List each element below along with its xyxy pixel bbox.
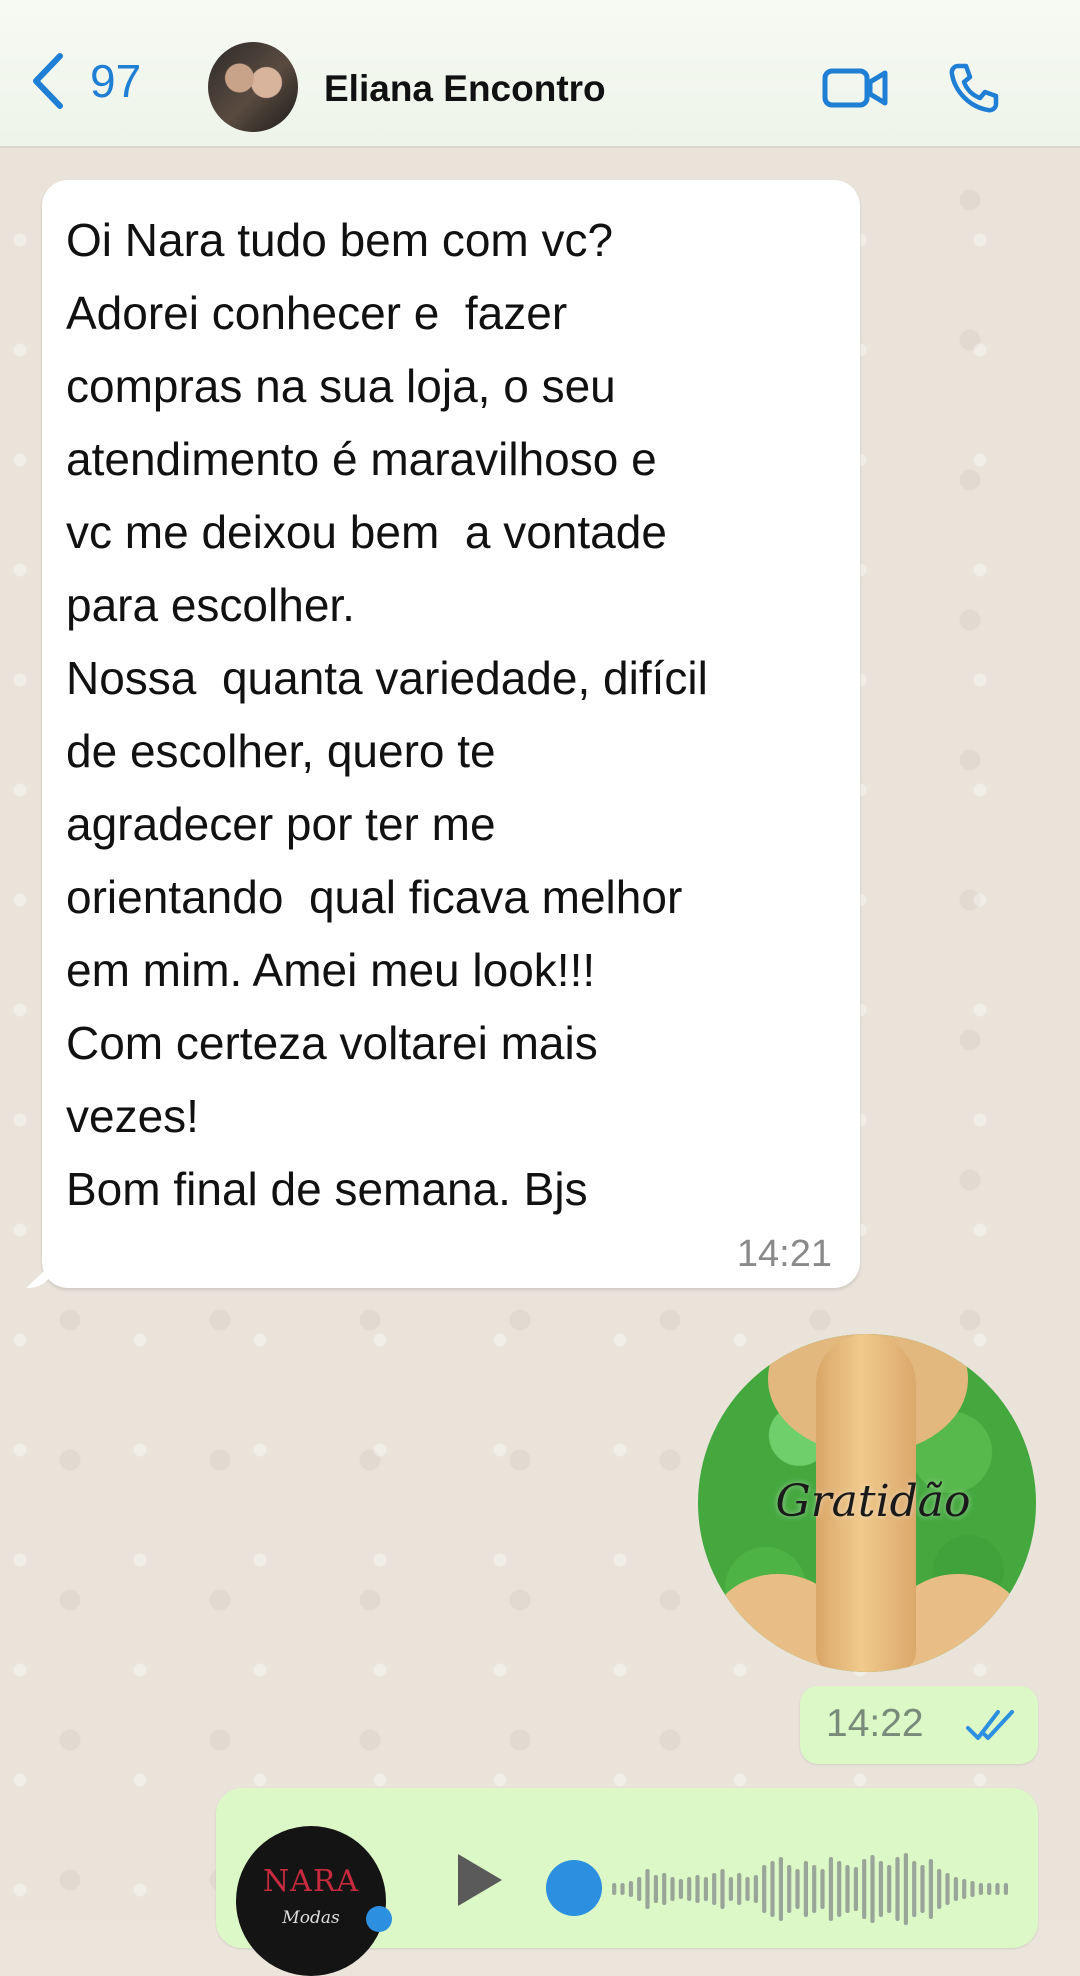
waveform-bar bbox=[745, 1877, 750, 1901]
chat-header: 97 Eliana Encontro bbox=[0, 0, 1080, 148]
phone-call-icon[interactable] bbox=[948, 62, 1000, 114]
waveform-bar bbox=[678, 1879, 683, 1899]
message-line: de escolher, quero te bbox=[66, 725, 496, 777]
waveform-bar bbox=[1003, 1883, 1008, 1895]
outgoing-sticker-meta: 14:22 bbox=[800, 1686, 1038, 1764]
message-line: Adorei conhecer e fazer bbox=[66, 287, 568, 339]
message-timestamp: 14:21 bbox=[736, 1233, 832, 1275]
message-line: Oi Nara tudo bem com vc? bbox=[66, 214, 614, 266]
gratitude-sticker[interactable]: Gratidão bbox=[698, 1334, 1036, 1672]
message-line: Bom final de semana. Bjs bbox=[66, 1163, 588, 1215]
contact-avatar[interactable] bbox=[208, 42, 298, 132]
waveform-bar bbox=[728, 1877, 733, 1901]
waveform-bar bbox=[787, 1865, 792, 1913]
waveform-bar bbox=[995, 1883, 1000, 1895]
play-icon[interactable] bbox=[452, 1850, 506, 1910]
waveform-bar bbox=[703, 1877, 708, 1901]
waveform-bar bbox=[662, 1873, 667, 1905]
outgoing-audio-message[interactable]: NARA Modas bbox=[216, 1788, 1038, 1976]
waveform-bar bbox=[862, 1859, 867, 1919]
waveform-bar bbox=[962, 1879, 967, 1899]
sticker-caption: Gratidão bbox=[775, 1476, 971, 1527]
microphone-badge-icon bbox=[366, 1906, 392, 1932]
waveform-bar bbox=[928, 1859, 933, 1919]
incoming-message-bubble[interactable]: Oi Nara tudo bem com vc? Adorei conhecer… bbox=[42, 180, 860, 1288]
waveform-bar bbox=[620, 1883, 625, 1895]
message-line: agradecer por ter me bbox=[66, 798, 496, 850]
audio-progress-knob[interactable] bbox=[546, 1860, 602, 1916]
message-text: Oi Nara tudo bem com vc? Adorei conhecer… bbox=[66, 204, 708, 1226]
unread-count: 97 bbox=[90, 55, 142, 107]
waveform-bar bbox=[645, 1869, 650, 1909]
message-line: Nossa quanta variedade, difícil bbox=[66, 652, 708, 704]
waveform-bar bbox=[953, 1877, 958, 1901]
waveform-bar bbox=[795, 1869, 800, 1909]
waveform-bar bbox=[720, 1869, 725, 1909]
waveform-bar bbox=[895, 1857, 900, 1921]
chevron-left-icon bbox=[33, 53, 63, 109]
message-line: orientando qual ficava melhor bbox=[66, 871, 683, 923]
waveform-bar bbox=[845, 1865, 850, 1913]
waveform-bar bbox=[762, 1865, 767, 1913]
waveform-bar bbox=[937, 1869, 942, 1909]
contact-name[interactable]: Eliana Encontro bbox=[324, 68, 606, 110]
waveform-bar bbox=[770, 1861, 775, 1917]
waveform-bar bbox=[803, 1861, 808, 1917]
waveform-bar bbox=[653, 1875, 658, 1903]
waveform-bar bbox=[820, 1869, 825, 1909]
waveform-bar bbox=[612, 1883, 617, 1895]
message-line: em mim. Amei meu look!!! bbox=[66, 944, 596, 996]
waveform-bar bbox=[837, 1861, 842, 1917]
waveform-bar bbox=[987, 1883, 992, 1895]
waveform-bar bbox=[945, 1873, 950, 1905]
waveform-bar bbox=[670, 1877, 675, 1901]
audio-waveform[interactable] bbox=[610, 1844, 1010, 1934]
brand-logo-text: NARA bbox=[262, 1864, 360, 1899]
waveform-bar bbox=[903, 1853, 908, 1925]
video-call-icon[interactable] bbox=[822, 66, 888, 110]
waveform-bar bbox=[737, 1873, 742, 1905]
message-line: compras na sua loja, o seu bbox=[66, 360, 616, 412]
waveform-bar bbox=[887, 1865, 892, 1913]
waveform-bar bbox=[637, 1877, 642, 1901]
message-line: Com certeza voltarei mais bbox=[66, 1017, 598, 1069]
message-line: vc me deixou bem a vontade bbox=[66, 506, 667, 558]
waveform-bar bbox=[970, 1881, 975, 1897]
sticker-timestamp: 14:22 bbox=[826, 1702, 924, 1745]
waveform-bar bbox=[878, 1861, 883, 1917]
waveform-bar bbox=[695, 1875, 700, 1903]
waveform-bar bbox=[753, 1875, 758, 1903]
waveform-bar bbox=[778, 1857, 783, 1921]
waveform-bar bbox=[628, 1881, 633, 1897]
brand-logo-subtext: Modas bbox=[282, 1908, 340, 1928]
waveform-bar bbox=[912, 1861, 917, 1917]
waveform-bar bbox=[920, 1865, 925, 1913]
waveform-bar bbox=[812, 1865, 817, 1913]
message-line: atendimento é maravilhoso e bbox=[66, 433, 657, 485]
back-button[interactable]: 97 bbox=[28, 52, 141, 110]
sender-avatar: NARA Modas bbox=[236, 1826, 386, 1976]
waveform-bar bbox=[853, 1867, 858, 1911]
waveform-bar bbox=[687, 1877, 692, 1901]
double-check-read-icon bbox=[966, 1710, 1014, 1740]
waveform-bar bbox=[978, 1883, 983, 1895]
waveform-bar bbox=[712, 1873, 717, 1905]
waveform-bar bbox=[828, 1857, 833, 1921]
message-line: para escolher. bbox=[66, 579, 355, 631]
message-line: vezes! bbox=[66, 1090, 199, 1142]
waveform-bar bbox=[870, 1855, 875, 1923]
